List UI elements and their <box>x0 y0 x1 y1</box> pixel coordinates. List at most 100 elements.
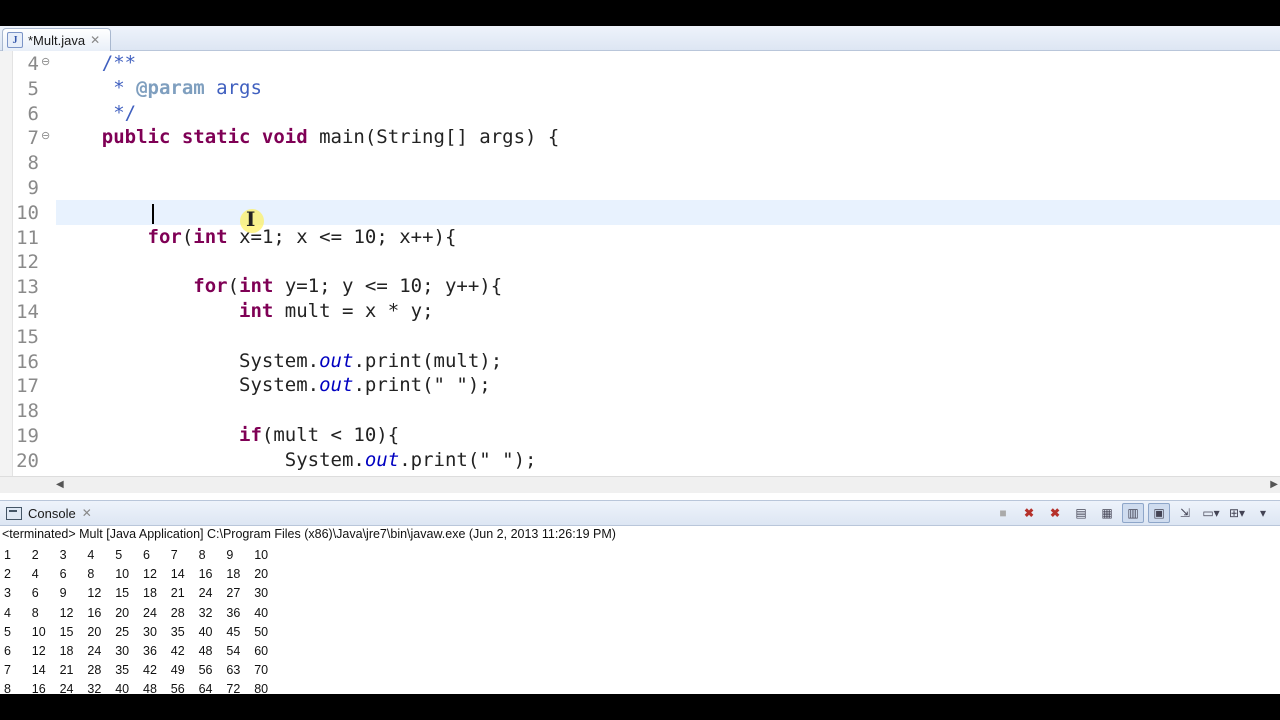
code-token: mult = x * y; <box>273 300 434 322</box>
console-output-line: 5 10 15 20 25 30 35 40 45 50 <box>4 625 1274 644</box>
console-output-value: 63 <box>226 663 241 678</box>
console-output-value: 9 <box>226 548 234 562</box>
text-caret <box>152 203 154 224</box>
console-output-value: 14 <box>31 663 46 678</box>
code-text: */ <box>56 102 136 124</box>
console-output-value: 64 <box>198 682 213 694</box>
code-line[interactable]: 15 <box>0 324 1280 349</box>
code-token: out <box>319 374 354 397</box>
terminate-icon[interactable]: ■ <box>992 503 1014 523</box>
pin-console-icon[interactable]: ⇲ <box>1174 503 1196 523</box>
close-icon[interactable]: ✕ <box>82 506 92 520</box>
line-number: 8 <box>27 152 39 175</box>
scroll-lock-icon[interactable]: ▦ <box>1096 503 1118 523</box>
console-output-value: 24 <box>143 605 157 620</box>
code-token: main(String[] args) { <box>307 126 560 149</box>
close-icon[interactable]: ✕ <box>90 33 100 47</box>
console-output-value: 3 <box>59 548 67 562</box>
line-number: 19 <box>16 425 39 447</box>
code-token: System. <box>56 374 320 397</box>
code-line[interactable]: 12 <box>0 249 1280 274</box>
view-menu-icon[interactable]: ▾ <box>1252 503 1274 523</box>
console-output-value: 18 <box>143 586 157 601</box>
console-output-value: 5 <box>115 548 123 562</box>
console-output-line: 6 12 18 24 30 36 42 48 54 60 <box>4 644 1274 663</box>
console-output-value: 27 <box>226 586 241 601</box>
code-token: /** <box>56 52 137 74</box>
console-tab[interactable]: Console ✕ <box>2 502 100 524</box>
console-output[interactable]: 1 2 3 4 5 6 7 8 9 10 2 4 6 8 10 12 14 16 18 20 3 6 9 12 15 18 21 24… <box>4 548 1274 694</box>
console-output-value: 40 <box>198 624 213 639</box>
code-token: x=1; x <= 10; x++){ <box>227 225 457 248</box>
java-file-icon: J <box>7 32 23 48</box>
mouse-cursor-highlight: I <box>240 207 264 233</box>
line-number: 4 <box>27 53 39 75</box>
console-output-value: 9 <box>59 586 67 601</box>
editor-tab-mult-java[interactable]: J *Mult.java ✕ <box>2 28 112 51</box>
console-output-value: 30 <box>143 624 157 639</box>
console-output-value: 48 <box>143 682 157 694</box>
code-token: int <box>239 275 274 298</box>
code-line[interactable]: 11 for(int x=1; x <= 10; x++){ <box>0 225 1280 250</box>
code-token: for <box>193 275 228 298</box>
console-output-line: 2 4 6 8 10 12 14 16 18 20 <box>4 567 1274 586</box>
code-token: System. <box>56 349 320 372</box>
console-output-value: 12 <box>59 605 74 620</box>
code-line[interactable]: 8 <box>0 150 1280 175</box>
console-output-value: 32 <box>198 605 213 620</box>
code-line[interactable]: 17 System.out.print(" "); <box>0 373 1280 398</box>
console-output-value: 1 <box>4 548 11 562</box>
text-cursor-icon: I <box>246 207 256 231</box>
line-number: 5 <box>27 77 39 100</box>
code-line[interactable]: 16 System.out.print(mult); <box>0 349 1280 374</box>
code-token: (mult < 10){ <box>261 424 400 446</box>
code-line[interactable]: 4 ⊖ /** <box>0 51 1280 76</box>
code-line[interactable]: 7 ⊖ public static void main(String[] args… <box>0 125 1280 150</box>
console-output-value: 2 <box>31 548 39 562</box>
console-output-value: 35 <box>115 663 130 678</box>
console-output-value: 50 <box>254 624 269 639</box>
fold-toggle-icon[interactable]: ⊖ <box>41 129 50 142</box>
code-line[interactable]: 20 System.out.print(" "); <box>0 448 1280 473</box>
console-output-line: 7 14 21 28 35 42 49 56 63 70 <box>4 663 1274 682</box>
editor-tab-title: *Mult.java <box>28 32 86 48</box>
console-output-value: 8 <box>31 605 39 620</box>
console-output-value: 7 <box>4 663 11 678</box>
open-console-icon[interactable]: ⊞▾ <box>1226 503 1248 523</box>
code-line[interactable]: 14 int mult = x * y; <box>0 299 1280 324</box>
console-view-header: Console ✕ ■ ✖ ✖ ▤ ▦ ▥ ▣ ⇲ ▭▾ ⊞▾ ▾ <box>0 500 1280 526</box>
console-output-value: 7 <box>170 548 178 562</box>
console-output-value: 28 <box>170 605 185 620</box>
line-number: 6 <box>27 102 39 125</box>
remove-launch-icon[interactable]: ✖ <box>1018 503 1040 523</box>
code-line[interactable]: 13 for(int y=1; y <= 10; y++){ <box>0 274 1280 299</box>
code-line[interactable]: 6 */ <box>0 101 1280 126</box>
code-line[interactable]: 19 if(mult < 10){ <box>0 423 1280 448</box>
display-console-icon[interactable]: ▭▾ <box>1200 503 1222 523</box>
word-wrap-icon[interactable]: ▥ <box>1122 503 1144 523</box>
fold-toggle-icon[interactable]: ⊖ <box>41 55 50 68</box>
console-output-value: 25 <box>115 624 130 639</box>
code-token: ( <box>181 225 194 248</box>
eclipse-window: J *Mult.java ✕ 4 ⊖ /** 5 * @param args 6 */… <box>0 26 1280 694</box>
scroll-left-icon[interactable]: ◀ <box>56 477 64 493</box>
show-when-stdout-icon[interactable]: ▣ <box>1148 503 1170 523</box>
remove-all-launches-icon[interactable]: ✖ <box>1044 503 1066 523</box>
code-line[interactable]: 9 <box>0 175 1280 200</box>
console-output-value: 70 <box>254 663 269 678</box>
console-icon <box>6 506 22 520</box>
code-line[interactable]: 10 <box>0 199 1280 225</box>
clear-console-icon[interactable]: ▤ <box>1070 503 1092 523</box>
console-output-line: 1 2 3 4 5 6 7 8 9 10 <box>4 548 1274 567</box>
code-line[interactable]: 5 * @param args <box>0 76 1280 101</box>
code-editor[interactable]: 4 ⊖ /** 5 * @param args 6 */7 ⊖ public stati… <box>0 51 1280 476</box>
scroll-right-icon[interactable]: ▶ <box>1270 477 1278 493</box>
editor-horizontal-scrollbar[interactable]: ◀ ▶ <box>0 476 1280 493</box>
code-token: .print(" "); <box>353 374 491 397</box>
code-line[interactable]: 18 <box>0 398 1280 423</box>
code-token: */ <box>56 101 137 124</box>
line-number: 15 <box>16 325 39 348</box>
code-token: int <box>239 300 274 322</box>
console-output-value: 24 <box>59 682 74 694</box>
